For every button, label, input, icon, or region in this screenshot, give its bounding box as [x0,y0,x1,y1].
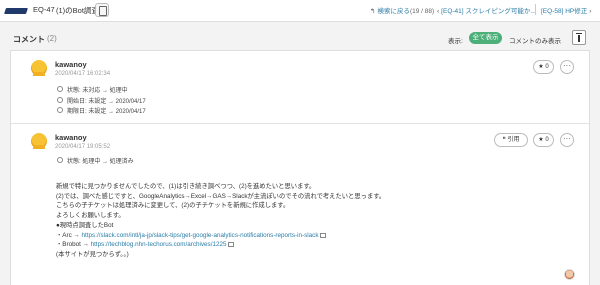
comments-header: コメント (2) 表示: 全て表示 コメントのみ表示 [0,22,600,50]
back-to-search-link[interactable]: ↰ 検索に戻る(19 / 88) [370,5,434,15]
star-button[interactable]: ★ 0 [533,60,554,74]
top-bar: EQ-47 (1)のBot調査 ↰ 検索に戻る(19 / 88) ‹ [EQ-41]… [0,0,600,22]
comment-item: kawanoy 2020/04/17 16:02:34 ★ 0 ··· 状態: … [11,51,589,124]
star-icon: ★ [538,137,544,143]
comment-author[interactable]: kawanoy [55,60,87,69]
change-log: 状態: 未対応 → 処理中 開始日: 未設定 → 2020/04/17 期限日:… [57,86,146,118]
link-line: ・Arc → https://slack.com/intl/ja-jp/slac… [56,231,576,241]
star-button[interactable]: ★ 0 [533,133,554,147]
star-icon: ★ [538,64,544,70]
change-log: 状態: 処理中 → 処理済み [57,157,134,168]
display-label: 表示: [448,38,463,45]
issue-key[interactable]: EQ-47 [33,5,55,14]
comment-author[interactable]: kawanoy [55,133,87,142]
change-item: 状態: 処理中 → 処理済み [57,157,134,168]
comment-item: kawanoy 2020/04/17 19:05:52 ❝ 引用 ★ 0 ···… [11,124,589,285]
comments-only-toggle[interactable]: コメントのみ表示 [509,35,561,45]
external-link-icon [320,232,327,238]
show-all-toggle[interactable]: 全て表示 [469,32,502,44]
change-item: 状態: 未対応 → 処理中 [57,86,146,97]
more-options-icon[interactable]: ··· [560,133,574,147]
comments-title: コメント [13,35,45,44]
comment-list: kawanoy 2020/04/17 16:02:34 ★ 0 ··· 状態: … [10,50,590,285]
link-line: ・Brobot → https://techblog.nhn-techorus.… [56,240,576,250]
external-link[interactable]: https://techblog.nhn-techorus.com/archiv… [91,241,227,248]
comment-line: よろしくお願いします。 [56,212,125,220]
reaction-avatar[interactable] [564,269,575,280]
next-issue-link[interactable]: [EQ-58] HP修正 › [541,5,593,15]
external-link-icon [228,242,235,248]
comment-line: ●現時点調査したBot [56,221,114,229]
back-count: (19 / 88) [409,8,435,15]
comment-line: (本サイトが見つからず。。) [56,250,129,258]
link-prefix: ・Brobot → [56,241,91,249]
comment-body: 新規で特に見つかりませんでしたので、(1)は引き続き調べつつ、(2)を進めたいと… [56,182,576,260]
prev-issue-label: [EQ-41] スクレイピング可能か... [441,8,536,15]
backlog-logo[interactable] [4,8,28,14]
comment-line: 新規で特に見つかりませんでしたので、(1)は引き続き調べつつ、(2)を進めたいと… [56,183,316,190]
avatar[interactable] [31,133,47,149]
nav-divider [535,4,536,15]
external-link[interactable]: https://slack.com/intl/ja-jp/slack-tips/… [82,232,319,239]
issue-title: (1)のBot調査 [56,6,99,15]
quote-label: 引用 [507,137,520,143]
star-count: 0 [545,64,549,70]
quote-button[interactable]: ❝ 引用 [494,133,528,147]
comment-line: こちらの子チケットは処理済みに変更して、(2)の子チケットを新規に作成します。 [56,202,290,210]
comments-count: (2) [47,34,57,43]
comment-date: 2020/04/17 19:05:52 [55,144,111,150]
quote-icon: ❝ [502,137,506,143]
chevron-left-icon: ‹ [437,8,440,15]
scroll-top-icon[interactable] [572,30,586,45]
star-count: 0 [545,137,549,143]
chevron-right-icon: › [589,8,592,15]
comment-line: (2)では、調べた感じですと、GoogleAnalytics→Excel→GAS… [56,192,386,200]
back-to-search-label: 検索に戻る [377,8,410,15]
comment-date: 2020/04/17 16:02:34 [55,71,111,77]
next-issue-label: [EQ-58] HP修正 [541,8,588,15]
change-item: 開始日: 未設定 → 2020/04/17 [57,97,146,108]
prev-issue-link[interactable]: ‹ [EQ-41] スクレイピング可能か... [437,5,536,15]
copy-clipboard-button[interactable] [95,3,109,17]
link-prefix: ・Arc → [56,231,82,239]
avatar[interactable] [31,60,47,76]
change-item: 期限日: 未設定 → 2020/04/17 [57,107,146,118]
more-options-icon[interactable]: ··· [560,60,574,74]
back-arrow-icon: ↰ [370,8,376,15]
